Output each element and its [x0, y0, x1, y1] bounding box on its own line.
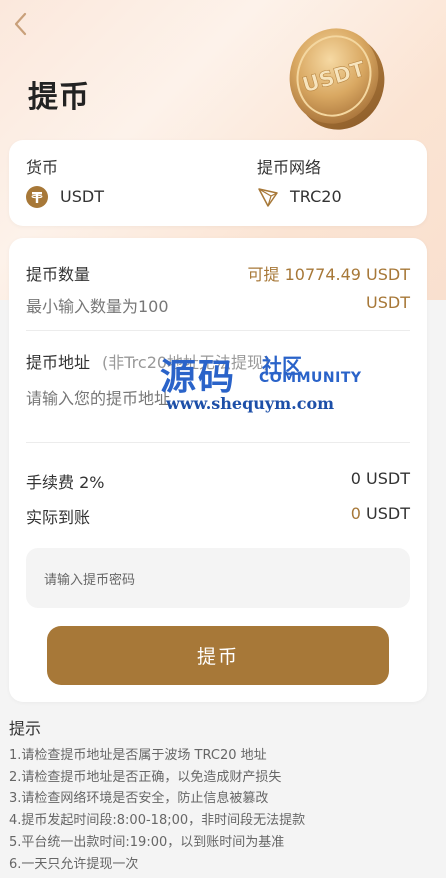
tip-item: 4.提币发起时间段:8:00-18;00，非时间段无法提款 [9, 813, 306, 829]
tron-icon [258, 188, 278, 207]
tip-item: 6.一天只允许提现一次 [9, 856, 139, 872]
tip-item: 3.请检查网络环境是否安全，防止信息被篡改 [9, 791, 269, 807]
network-value: TRC20 [290, 187, 342, 206]
amount-unit: USDT [366, 293, 410, 312]
amount-input[interactable]: 最小输入数量为100 [26, 293, 169, 317]
received-value: 0 USDT [351, 504, 410, 523]
available-balance: 可提 10774.49 USDT [247, 265, 410, 284]
network-label: 提币网络 [257, 158, 322, 177]
password-input[interactable]: 请输入提币密码 [26, 548, 410, 608]
received-amount: 0 [350, 504, 361, 523]
password-placeholder: 请输入提币密码 [44, 573, 136, 588]
network-selector[interactable]: TRC20 [255, 183, 415, 211]
usdt-coin-illustration: USDT [289, 28, 385, 130]
currency-network-card: 货币 USDT 提币网络 TRC20 [9, 140, 427, 226]
address-label: 提币地址 [26, 353, 91, 372]
currency-selector[interactable]: USDT [24, 183, 224, 211]
withdraw-form-card: 提币数量 可提 10774.49 USDT 最小输入数量为100 USDT 提币… [9, 238, 427, 702]
tip-item: 2.请检查提币地址是否正确，以免造成财产损失 [9, 769, 282, 785]
address-note: (非Trc20地址无法提现) [102, 353, 270, 372]
tip-item: 1.请检查提币地址是否属于波场 TRC20 地址 [9, 748, 267, 763]
submit-withdraw-button[interactable]: 提币 [47, 626, 389, 685]
currency-label: 货币 [26, 158, 59, 177]
divider [26, 330, 410, 331]
received-unit: USDT [366, 504, 410, 523]
tips-list: 1.请检查提币地址是否属于波场 TRC20 地址 2.请检查提币地址是否正确，以… [9, 745, 305, 875]
fee-label: 手续费 2% [26, 473, 105, 492]
received-label: 实际到账 [26, 508, 91, 527]
amount-label: 提币数量 [26, 265, 91, 284]
currency-value: USDT [60, 187, 104, 206]
fee-value: 0 USDT [350, 469, 410, 488]
divider [26, 442, 410, 443]
page-title: 提币 [28, 80, 90, 115]
tips-title: 提示 [9, 719, 42, 738]
back-arrow-icon[interactable] [10, 10, 34, 38]
address-input[interactable]: 请输入您的提币地址 [26, 385, 410, 425]
tether-icon [26, 186, 48, 208]
tip-item: 5.平台统一出款时间:19:00，以到账时间为基准 [9, 834, 285, 850]
